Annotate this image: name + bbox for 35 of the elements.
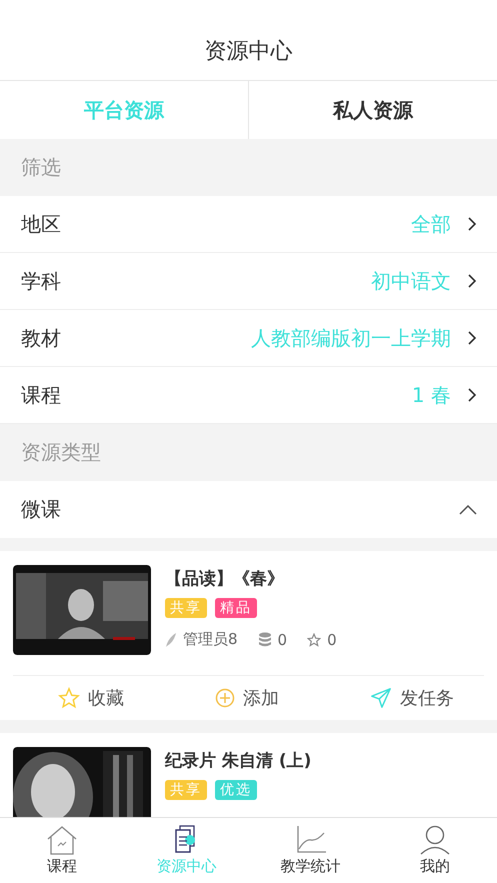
page-title: 资源中心 (204, 38, 292, 66)
feather-icon (165, 632, 177, 648)
home-icon (46, 825, 78, 855)
paper-plane-icon (370, 687, 392, 709)
add-button[interactable]: 添加 (215, 686, 279, 710)
section-heading: 筛选 (21, 154, 61, 181)
resource-card[interactable]: 【品读】《春》 共享 精品 管理员8 0 0 收藏 添加 发任务 (0, 551, 497, 720)
plus-circle-icon (215, 688, 235, 708)
collapse-header[interactable]: 微课 (0, 481, 497, 538)
resource-title: 【品读】《春》 (165, 568, 285, 590)
favorite-button[interactable]: 收藏 (58, 686, 124, 710)
database-icon (258, 632, 272, 648)
star-icon (307, 632, 322, 646)
tag: 优选 (215, 780, 257, 800)
chevron-right-icon (467, 330, 477, 346)
chevron-right-icon (467, 387, 477, 403)
filter-row[interactable]: 课程 1 春 (0, 367, 497, 424)
resource-title: 纪录片 朱自清 (上) (165, 750, 312, 772)
chevron-right-icon (467, 273, 477, 289)
chevron-right-icon (467, 216, 477, 232)
user-icon (418, 825, 451, 855)
tag: 共享 (165, 780, 207, 800)
author-name: 管理员8 (183, 630, 238, 649)
section-heading: 资源类型 (21, 439, 101, 466)
line-chart-icon (294, 825, 327, 855)
filter-row[interactable]: 教材 人教部编版初一上学期 (0, 310, 497, 367)
favorite-count: 0 (327, 630, 337, 648)
filter-row[interactable]: 学科 初中语文 (0, 253, 497, 310)
resource-card[interactable]: 纪录片 朱自清 (上) 共享 优选 (0, 733, 497, 817)
task-button[interactable]: 发任务 (370, 686, 454, 710)
tag: 精品 (215, 598, 257, 618)
filter-row[interactable]: 地区 全部 (0, 196, 497, 253)
download-count: 0 (278, 630, 288, 648)
tag: 共享 (165, 598, 207, 618)
star-icon (58, 687, 80, 709)
